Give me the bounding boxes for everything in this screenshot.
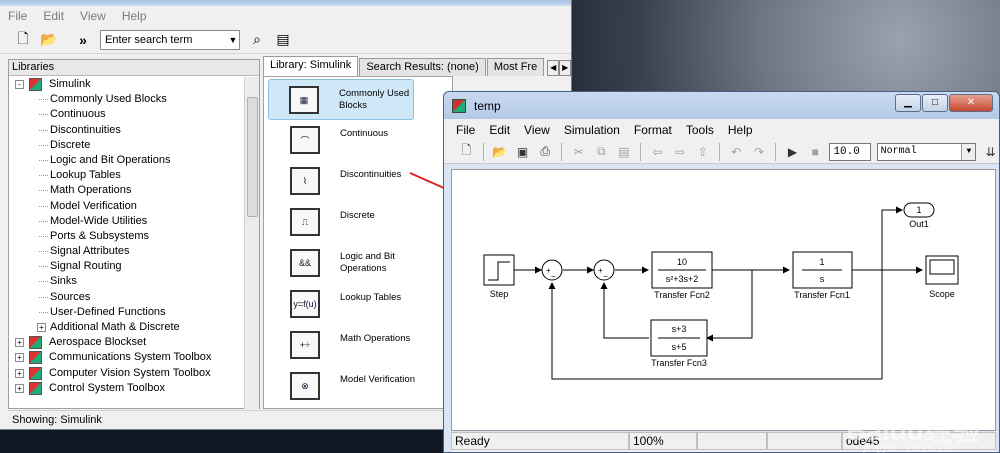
- model-title-bar: temp ▁ □ ✕: [444, 92, 999, 119]
- tf1-label: Transfer Fcn1: [794, 290, 850, 300]
- menu-simulation[interactable]: Simulation: [564, 123, 620, 137]
- transfer-fcn3-block[interactable]: s+3 s+5: [650, 319, 708, 357]
- model-window: temp ▁ □ ✕ File Edit View Simulation For…: [443, 91, 1000, 453]
- chevron-down-icon[interactable]: ▼: [961, 143, 976, 160]
- step-block[interactable]: [483, 254, 515, 286]
- sum-block-2[interactable]: +−: [593, 259, 615, 281]
- menu-edit[interactable]: Edit: [489, 123, 510, 137]
- simulation-mode-value: Normal: [880, 146, 917, 157]
- tf1-denominator: s: [820, 274, 825, 284]
- copy-icon[interactable]: ⧉: [593, 143, 610, 160]
- paste-icon[interactable]: ▤: [616, 143, 633, 160]
- new-icon[interactable]: 🗋: [458, 143, 475, 160]
- maximize-icon[interactable]: □: [922, 94, 948, 112]
- signal-lines: [514, 206, 923, 380]
- status-ready: Ready: [451, 432, 629, 450]
- redo-icon[interactable]: ↷: [751, 143, 768, 160]
- minimize-icon[interactable]: ▁: [895, 94, 921, 112]
- model-canvas[interactable]: Step + − + − 10 s²+3s+2 Transfer Fcn2 1 s: [451, 169, 996, 431]
- menu-file[interactable]: File: [456, 123, 475, 137]
- run-icon[interactable]: ▶: [784, 143, 801, 160]
- out1-label: Out1: [909, 219, 929, 229]
- status-zoom: 100%: [629, 432, 697, 450]
- tf3-label: Transfer Fcn3: [651, 358, 707, 368]
- svg-text:−: −: [551, 272, 556, 281]
- model-toolbar: 🗋 📂 ▣ ⎙ ✂ ⧉ ▤ ⇦ ⇨ ⇧ ↶ ↷ ▶ ■ 10.0 Normal …: [444, 140, 999, 164]
- sum-block-1[interactable]: +−: [541, 259, 563, 281]
- transfer-fcn2-block[interactable]: 10 s²+3s+2: [651, 251, 713, 289]
- simulation-mode-select[interactable]: Normal ▼: [876, 142, 977, 161]
- scope-label: Scope: [929, 289, 955, 299]
- menu-help[interactable]: Help: [728, 123, 753, 137]
- stop-time-field[interactable]: 10.0: [829, 142, 871, 161]
- up-icon[interactable]: ⇧: [694, 143, 711, 160]
- tf1-numerator: 1: [819, 257, 824, 267]
- stop-icon[interactable]: ■: [807, 143, 824, 160]
- simulink-icon: [452, 98, 466, 113]
- tf3-denominator: s+5: [672, 342, 687, 352]
- build-icon[interactable]: ⇊: [982, 143, 999, 160]
- open-icon[interactable]: 📂: [492, 143, 509, 160]
- model-menubar: File Edit View Simulation Format Tools H…: [444, 119, 999, 140]
- menu-view[interactable]: View: [524, 123, 550, 137]
- print-icon[interactable]: ⎙: [537, 143, 554, 160]
- tf2-label: Transfer Fcn2: [654, 290, 710, 300]
- step-label: Step: [490, 289, 509, 299]
- tf3-numerator: s+3: [672, 324, 687, 334]
- tf2-denominator: s²+3s+2: [666, 274, 699, 284]
- scope-block[interactable]: [925, 255, 959, 285]
- save-icon[interactable]: ▣: [514, 143, 531, 160]
- forward-icon[interactable]: ⇨: [672, 143, 689, 160]
- menu-format[interactable]: Format: [634, 123, 672, 137]
- undo-icon[interactable]: ↶: [728, 143, 745, 160]
- tf2-numerator: 10: [677, 257, 687, 267]
- back-icon[interactable]: ⇦: [649, 143, 666, 160]
- model-title: temp: [474, 98, 501, 113]
- close-icon[interactable]: ✕: [949, 94, 993, 112]
- menu-tools[interactable]: Tools: [686, 123, 714, 137]
- transfer-fcn1-block[interactable]: 1 s: [792, 251, 853, 289]
- out1-port[interactable]: 1: [903, 202, 935, 218]
- out1-number: 1: [916, 205, 921, 215]
- svg-text:−: −: [603, 272, 608, 281]
- watermark-url: jingyan.baidu.com: [863, 439, 960, 453]
- cut-icon[interactable]: ✂: [570, 143, 587, 160]
